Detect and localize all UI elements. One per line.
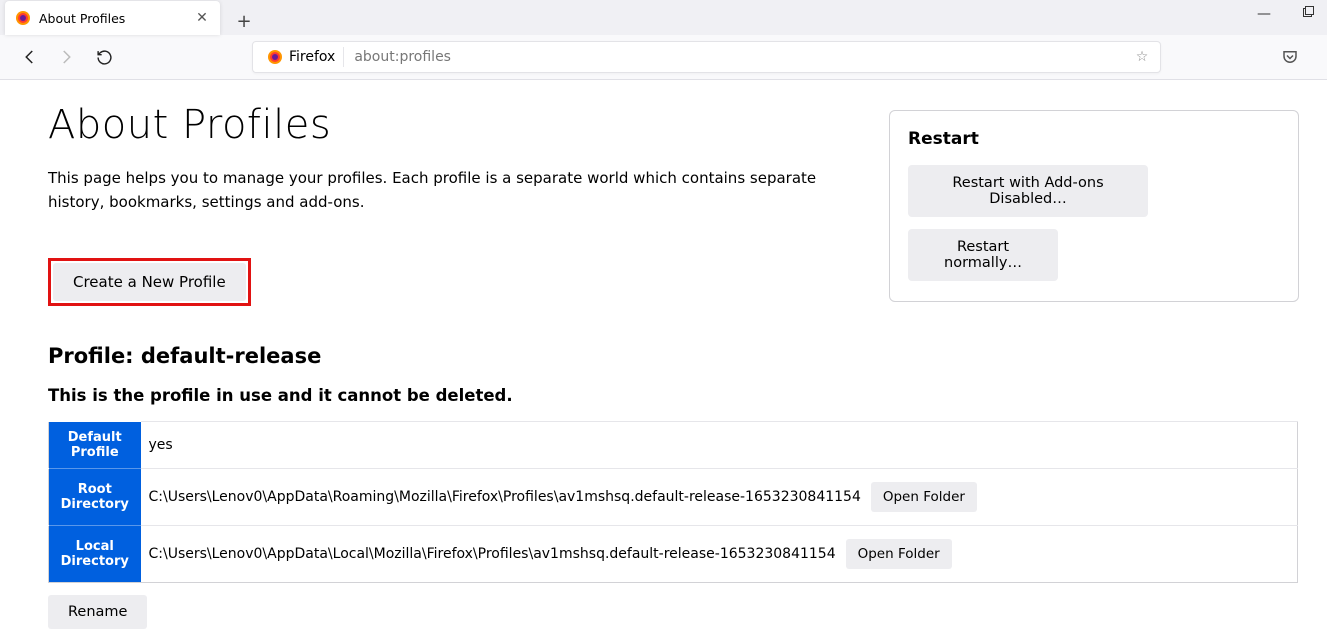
close-tab-icon[interactable]: ✕	[194, 10, 210, 26]
pocket-icon[interactable]	[1281, 48, 1305, 66]
bookmark-star-icon[interactable]: ☆	[1130, 49, 1154, 65]
minimize-icon[interactable]: —	[1257, 6, 1271, 22]
default-profile-label: Default Profile	[49, 422, 141, 469]
restart-normally-button[interactable]: Restart normally…	[908, 229, 1058, 281]
root-directory-label: Root Directory	[49, 469, 141, 526]
browser-tab[interactable]: About Profiles ✕	[5, 1, 220, 35]
new-tab-button[interactable]: +	[230, 7, 258, 35]
annotation-highlight: Create a New Profile	[48, 258, 251, 306]
intro-text: This page helps you to manage your profi…	[48, 166, 868, 214]
maximize-icon[interactable]	[1303, 6, 1315, 22]
restart-addons-disabled-button[interactable]: Restart with Add-ons Disabled…	[908, 165, 1148, 217]
site-identity[interactable]: Firefox	[259, 47, 344, 67]
rename-button[interactable]: Rename	[48, 595, 147, 629]
back-button[interactable]	[16, 43, 44, 71]
root-directory-value: C:\Users\Lenov0\AppData\Roaming\Mozilla\…	[149, 489, 861, 505]
table-row: Root Directory C:\Users\Lenov0\AppData\R…	[49, 469, 1298, 526]
create-profile-button[interactable]: Create a New Profile	[53, 263, 246, 301]
address-bar[interactable]: Firefox about:profiles ☆	[252, 41, 1161, 73]
table-row: Default Profile yes	[49, 422, 1298, 469]
tab-strip: About Profiles ✕ + —	[0, 0, 1327, 35]
nav-toolbar: Firefox about:profiles ☆	[0, 35, 1327, 80]
open-local-folder-button[interactable]: Open Folder	[846, 539, 952, 569]
table-row: Local Directory C:\Users\Lenov0\AppData\…	[49, 526, 1298, 583]
local-directory-value: C:\Users\Lenov0\AppData\Local\Mozilla\Fi…	[149, 546, 836, 562]
forward-button[interactable]	[52, 43, 80, 71]
firefox-icon	[15, 10, 31, 26]
profile-in-use-note: This is the profile in use and it cannot…	[48, 386, 1327, 405]
restart-panel: Restart Restart with Add-ons Disabled… R…	[889, 110, 1299, 302]
profile-table: Default Profile yes Root Directory C:\Us…	[48, 421, 1298, 583]
open-root-folder-button[interactable]: Open Folder	[871, 482, 977, 512]
default-profile-value: yes	[141, 422, 1298, 469]
firefox-icon	[267, 49, 283, 65]
restart-heading: Restart	[908, 129, 1280, 149]
tab-title: About Profiles	[39, 11, 194, 26]
url-text: about:profiles	[344, 49, 1130, 65]
local-directory-label: Local Directory	[49, 526, 141, 583]
reload-button[interactable]	[90, 43, 118, 71]
identity-label: Firefox	[289, 49, 335, 65]
profile-heading: Profile: default-release	[48, 344, 1327, 368]
